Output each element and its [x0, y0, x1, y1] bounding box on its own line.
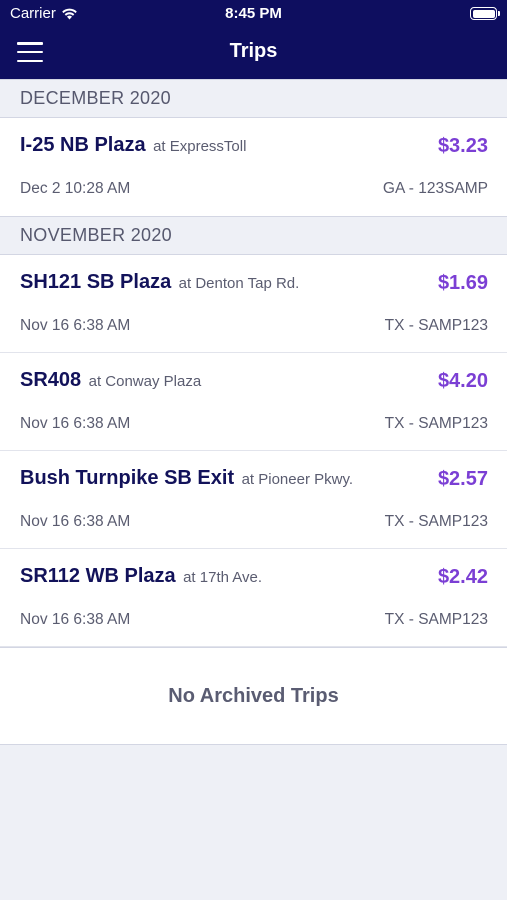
- trip-datetime: Nov 16 6:38 AM: [20, 611, 131, 628]
- trip-amount: $2.42: [437, 566, 488, 588]
- section-header: NOVEMBER 2020: [0, 216, 507, 255]
- trip-datetime: Nov 16 6:38 AM: [20, 415, 131, 432]
- license-plate: TX - SAMP123: [384, 317, 488, 334]
- trip-datetime: Dec 2 10:28 AM: [20, 180, 131, 197]
- plaza-location: at 17th Ave.: [183, 569, 263, 586]
- plaza-location: at Conway Plaza: [88, 373, 202, 390]
- trip-datetime: Nov 16 6:38 AM: [20, 513, 131, 530]
- trip-row[interactable]: SR408 at Conway Plaza $4.20 Nov 16 6:38 …: [0, 353, 507, 451]
- trip-amount: $2.57: [437, 468, 488, 490]
- trips-list: DECEMBER 2020 I-25 NB Plaza at ExpressTo…: [0, 79, 507, 745]
- plaza-name: SH121 SB Plaza: [20, 271, 172, 293]
- plaza-name: SR112 WB Plaza: [20, 565, 176, 587]
- plaza-name: SR408: [20, 369, 82, 391]
- status-time: 8:45 PM: [225, 5, 282, 22]
- plaza-location: at ExpressToll: [153, 138, 247, 155]
- trip-row[interactable]: SR112 WB Plaza at 17th Ave. $2.42 Nov 16…: [0, 549, 507, 647]
- trip-row[interactable]: Bush Turnpike SB Exit at Pioneer Pkwy. $…: [0, 451, 507, 549]
- plaza-name: I-25 NB Plaza: [20, 134, 146, 156]
- trip-amount: $1.69: [437, 272, 488, 294]
- trip-row[interactable]: SH121 SB Plaza at Denton Tap Rd. $1.69 N…: [0, 255, 507, 353]
- trip-plaza: SR408 at Conway Plaza: [20, 369, 407, 392]
- trip-datetime: Nov 16 6:38 AM: [20, 317, 131, 334]
- plaza-location: at Pioneer Pkwy.: [241, 471, 354, 488]
- status-bar: Carrier 8:45 PM: [0, 0, 507, 28]
- section-header: DECEMBER 2020: [0, 79, 507, 118]
- trip-plaza: Bush Turnpike SB Exit at Pioneer Pkwy.: [20, 467, 407, 490]
- archived-trips-message: No Archived Trips: [0, 647, 507, 745]
- license-plate: TX - SAMP123: [384, 611, 488, 628]
- trip-amount: $3.23: [437, 135, 488, 157]
- trip-plaza: I-25 NB Plaza at ExpressToll: [20, 134, 407, 157]
- app-header: Carrier 8:45 PM Trips: [0, 0, 507, 79]
- navigation-bar: Trips: [0, 28, 507, 79]
- trip-plaza: SH121 SB Plaza at Denton Tap Rd.: [20, 271, 407, 294]
- trip-plaza: SR112 WB Plaza at 17th Ave.: [20, 565, 407, 588]
- battery-icon: [470, 7, 500, 20]
- license-plate: TX - SAMP123: [384, 415, 488, 432]
- license-plate: TX - SAMP123: [384, 513, 488, 530]
- trip-row[interactable]: I-25 NB Plaza at ExpressToll $3.23 Dec 2…: [0, 118, 507, 216]
- plaza-location: at Denton Tap Rd.: [178, 275, 300, 292]
- page-title: Trips: [229, 40, 278, 62]
- license-plate: GA - 123SAMP: [382, 180, 488, 197]
- trip-amount: $4.20: [437, 370, 488, 392]
- plaza-name: Bush Turnpike SB Exit: [20, 467, 235, 489]
